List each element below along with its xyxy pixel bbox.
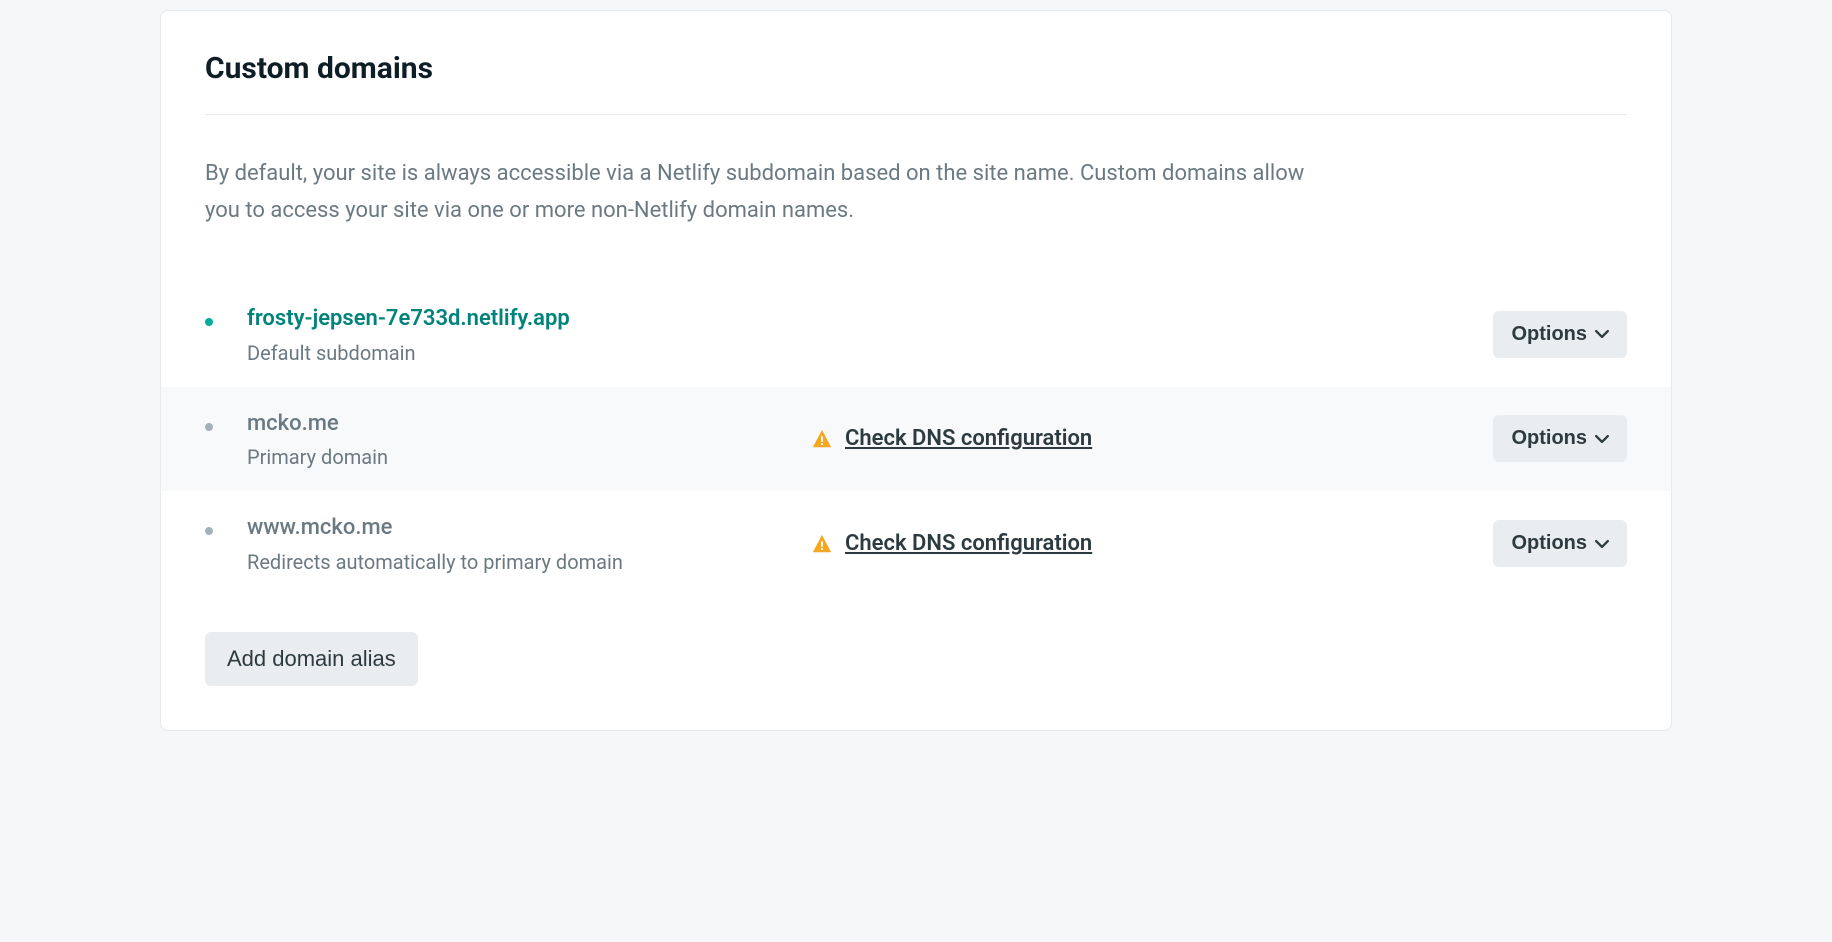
chevron-down-icon [1595, 432, 1609, 446]
domain-info: frosty-jepsen-7e733d.netlify.app Default… [247, 304, 787, 365]
domain-name-link[interactable]: frosty-jepsen-7e733d.netlify.app [247, 304, 787, 335]
options-button[interactable]: Options [1493, 311, 1627, 358]
domain-name: mcko.me [247, 409, 787, 440]
status-dot-icon [205, 318, 213, 326]
section-title: Custom domains [205, 51, 1627, 86]
status-dot-icon [205, 423, 213, 431]
dns-warning: Check DNS configuration [811, 426, 1092, 451]
domain-subtitle: Default subdomain [247, 341, 787, 365]
chevron-down-icon [1595, 537, 1609, 551]
custom-domains-card: Custom domains By default, your site is … [160, 10, 1672, 731]
domain-status-area: Check DNS configuration [811, 426, 1469, 451]
status-dot-icon [205, 527, 213, 535]
domain-name: www.mcko.me [247, 513, 787, 544]
domain-row-redirect: www.mcko.me Redirects automatically to p… [161, 491, 1671, 596]
chevron-down-icon [1595, 327, 1609, 341]
domain-info: www.mcko.me Redirects automatically to p… [247, 513, 787, 574]
domain-status-area: Check DNS configuration [811, 531, 1469, 556]
dns-warning: Check DNS configuration [811, 531, 1092, 556]
options-button-label: Options [1511, 427, 1587, 450]
section-divider [205, 114, 1627, 115]
domain-subtitle: Primary domain [247, 445, 787, 469]
warning-icon [811, 533, 833, 555]
warning-icon [811, 428, 833, 450]
domain-row-default: frosty-jepsen-7e733d.netlify.app Default… [161, 282, 1671, 387]
options-button[interactable]: Options [1493, 415, 1627, 462]
check-dns-link[interactable]: Check DNS configuration [845, 426, 1092, 451]
section-description: By default, your site is always accessib… [205, 155, 1305, 230]
add-domain-alias-button[interactable]: Add domain alias [205, 632, 418, 686]
options-button-label: Options [1511, 532, 1587, 555]
domain-subtitle: Redirects automatically to primary domai… [247, 550, 787, 574]
options-button[interactable]: Options [1493, 520, 1627, 567]
check-dns-link[interactable]: Check DNS configuration [845, 531, 1092, 556]
domain-list: frosty-jepsen-7e733d.netlify.app Default… [161, 282, 1671, 596]
domain-info: mcko.me Primary domain [247, 409, 787, 470]
domain-row-primary: mcko.me Primary domain Check DNS configu… [161, 387, 1671, 492]
options-button-label: Options [1511, 323, 1587, 346]
